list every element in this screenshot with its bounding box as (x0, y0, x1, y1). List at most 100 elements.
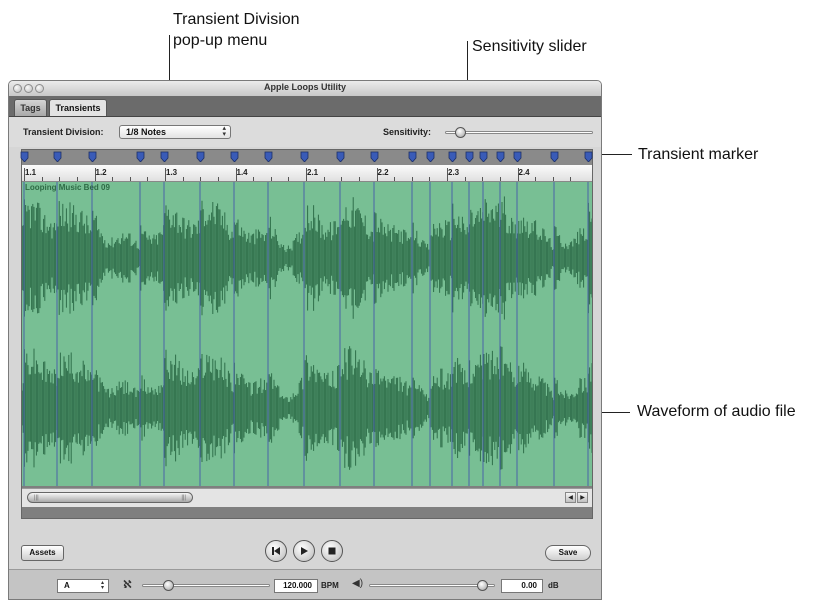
ruler-subtick (288, 177, 290, 181)
callout-transient-division-line2: pop-up menu (173, 32, 268, 49)
transient-marker[interactable] (550, 151, 559, 162)
tempo-field[interactable]: 120.000 (274, 579, 318, 593)
ruler-subtick (253, 177, 255, 181)
ruler-subtick (182, 177, 184, 181)
ruler-subtick (323, 177, 325, 181)
ruler-subtick (341, 177, 343, 181)
window-title: Apple Loops Utility (264, 82, 346, 92)
ruler-subtick (59, 177, 61, 181)
tuning-fork-icon: ℵ (123, 579, 132, 591)
transient-editor: 1.1 1.2 1.3 1.4 2.1 2.2 2.3 2.4 Looping Music B… (20, 149, 593, 519)
volume-unit: dB (548, 581, 559, 590)
sensitivity-label: Sensitivity: (383, 127, 432, 137)
ruler-subtick (217, 177, 219, 181)
ruler-subtick (552, 177, 554, 181)
volume-slider[interactable] (369, 584, 495, 587)
ruler-subtick (112, 177, 114, 181)
tab-transients[interactable]: Transients (49, 99, 107, 116)
beat-ruler: 1.1 1.2 1.3 1.4 2.1 2.2 2.3 2.4 (22, 165, 592, 182)
ruler-label: 1.3 (166, 168, 178, 177)
save-button[interactable]: Save (545, 545, 591, 561)
transient-marker[interactable] (53, 151, 62, 162)
transient-marker[interactable] (136, 151, 145, 162)
stop-button[interactable] (321, 540, 343, 562)
grip-right-icon: ||| (181, 495, 186, 501)
transient-marker[interactable] (479, 151, 488, 162)
bottom-strip: A ▴ ▾ ℵ 120.000 BPM ◀) 0.00 dB (9, 569, 601, 599)
ruler-subtick (464, 177, 466, 181)
transient-marker[interactable] (20, 151, 29, 162)
transient-division-popup[interactable]: 1/8 Notes ▴ ▾ (119, 125, 231, 139)
sensitivity-slider[interactable] (445, 131, 593, 134)
stop-icon (328, 547, 336, 555)
ruler-label: 2.1 (307, 168, 319, 177)
ruler-subtick (482, 177, 484, 181)
key-value: A (64, 581, 70, 590)
ruler-label: 2.2 (377, 168, 389, 177)
key-popup[interactable]: A ▴ ▾ (57, 579, 109, 593)
horizontal-scrollbar[interactable]: ||| ||| ◀ ▶ (22, 488, 592, 507)
ruler-subtick (429, 177, 431, 181)
ruler-subtick (499, 177, 501, 181)
ruler-subtick (358, 177, 360, 181)
callout-transient-marker: Transient marker (638, 146, 759, 163)
ruler-subtick (147, 177, 149, 181)
scroll-thumb[interactable]: ||| ||| (27, 492, 193, 503)
transient-marker[interactable] (496, 151, 505, 162)
speaker-icon: ◀) (352, 578, 364, 589)
transient-marker[interactable] (370, 151, 379, 162)
transient-marker[interactable] (88, 151, 97, 162)
tab-bar: Tags Transients (9, 96, 601, 117)
tempo-slider-knob[interactable] (162, 580, 174, 591)
transient-marker[interactable] (513, 151, 522, 162)
ruler-subtick (394, 177, 396, 181)
tab-tags[interactable]: Tags (14, 99, 47, 116)
ruler-subtick (200, 177, 202, 181)
tempo-slider[interactable] (142, 584, 270, 587)
popup-arrows-icon: ▴ ▾ (222, 125, 226, 138)
transient-marker[interactable] (264, 151, 273, 162)
ruler-label: 1.2 (95, 168, 107, 177)
transient-marker[interactable] (465, 151, 474, 162)
transient-marker[interactable] (448, 151, 457, 162)
transient-marker[interactable] (336, 151, 345, 162)
go-to-start-icon (272, 547, 280, 555)
volume-field[interactable]: 0.00 (501, 579, 543, 593)
transient-division-value: 1/8 Notes (126, 127, 167, 137)
key-popup-arrows-icon: ▴ ▾ (100, 580, 104, 591)
transient-marker[interactable] (230, 151, 239, 162)
ruler-subtick (411, 177, 413, 181)
waveform (22, 182, 592, 486)
play-button[interactable] (293, 540, 315, 562)
transient-marker[interactable] (426, 151, 435, 162)
ruler-subtick (270, 177, 272, 181)
sensitivity-slider-knob[interactable] (454, 127, 466, 138)
transient-marker[interactable] (160, 151, 169, 162)
assets-button[interactable]: Assets (21, 545, 64, 561)
scroll-left-arrow-icon[interactable]: ◀ (565, 492, 576, 503)
apple-loops-utility-window: Apple Loops Utility Tags Transients Tran… (8, 80, 602, 600)
ruler-label: 2.3 (448, 168, 460, 177)
controls-row: Transient Division: 1/8 Notes ▴ ▾ Sensiti… (9, 117, 601, 147)
volume-slider-knob[interactable] (477, 580, 489, 591)
ruler-label: 2.4 (518, 168, 530, 177)
transient-marker[interactable] (300, 151, 309, 162)
callout-transient-division-line1: Transient Division (173, 11, 300, 28)
transient-marker[interactable] (408, 151, 417, 162)
callout-sensitivity: Sensitivity slider (472, 38, 587, 55)
transient-division-label: Transient Division: (23, 127, 104, 137)
callout-waveform: Waveform of audio file (637, 403, 796, 420)
waveform-display[interactable]: Looping Music Bed 09 (22, 182, 592, 486)
callout-transient-division: Transient Division pop-up menu (173, 9, 300, 51)
play-icon (301, 547, 308, 555)
transient-marker-lane[interactable] (20, 150, 593, 165)
transient-marker[interactable] (196, 151, 205, 162)
title-bar[interactable]: Apple Loops Utility (9, 81, 601, 97)
ruler-subtick (41, 177, 43, 181)
ruler-label: 1.1 (25, 168, 37, 177)
ruler-subtick (76, 177, 78, 181)
go-to-start-button[interactable] (265, 540, 287, 562)
tempo-unit: BPM (321, 581, 339, 590)
transient-marker[interactable] (584, 151, 593, 162)
scroll-right-arrow-icon[interactable]: ▶ (577, 492, 588, 503)
